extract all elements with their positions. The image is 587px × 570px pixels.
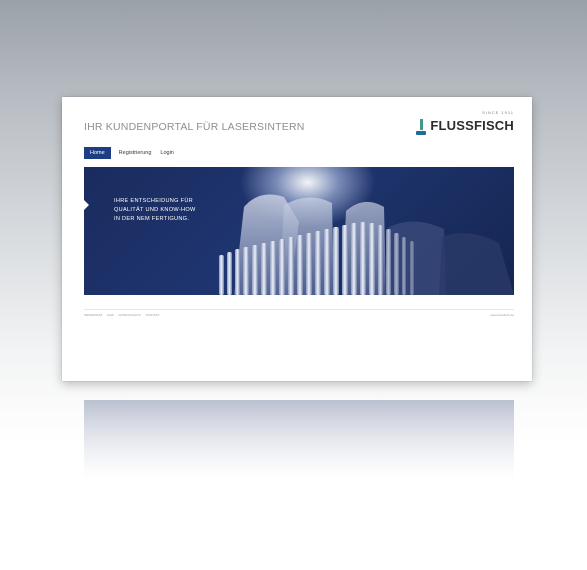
hero-notch xyxy=(84,200,89,210)
nav-registrierung[interactable]: Registrierung xyxy=(119,150,152,156)
footer-divider xyxy=(84,309,514,310)
hero-banner: IHRE ENTSCHEIDUNG FÜR QUALITÄT UND KNOW-… xyxy=(84,167,514,295)
flussfisch-logo[interactable]: SINCE 1911 FLUSSFISCH xyxy=(416,110,514,135)
metal-parts-image xyxy=(219,194,514,295)
nav-home[interactable]: Home xyxy=(84,147,111,159)
footer-url[interactable]: www.flussfisch.de xyxy=(490,313,514,317)
logo-since-text: SINCE 1911 xyxy=(482,110,514,115)
footer-link-impressum[interactable]: IMPRESSUM xyxy=(84,313,102,317)
hero-line-3: IN DER NEM FERTIGUNG. xyxy=(114,216,190,222)
footer-link-kontakt[interactable]: KONTAKT xyxy=(146,313,160,317)
hero-line-1: IHRE ENTSCHEIDUNG FÜR xyxy=(114,198,194,204)
footer-link-agb[interactable]: AGB xyxy=(107,313,113,317)
main-nav: Home Registrierung Login xyxy=(84,147,183,159)
logo-text: FLUSSFISCH xyxy=(430,118,514,133)
footer-link-datenschutz[interactable]: DATENSCHUTZ xyxy=(119,313,141,317)
reflection-fade xyxy=(0,392,587,570)
page-title: IHR KUNDENPORTAL FÜR LASERSINTERN xyxy=(84,121,305,133)
fish-icon xyxy=(416,119,427,135)
footer-links: IMPRESSUM AGB DATENSCHUTZ KONTAKT xyxy=(84,313,165,317)
hero-line-2: QUALITÄT UND KNOW-HOW xyxy=(114,207,196,213)
nav-login[interactable]: Login xyxy=(160,150,173,156)
hero-headline: IHRE ENTSCHEIDUNG FÜR QUALITÄT UND KNOW-… xyxy=(114,197,196,224)
portal-page: IHR KUNDENPORTAL FÜR LASERSINTERN SINCE … xyxy=(62,97,532,381)
